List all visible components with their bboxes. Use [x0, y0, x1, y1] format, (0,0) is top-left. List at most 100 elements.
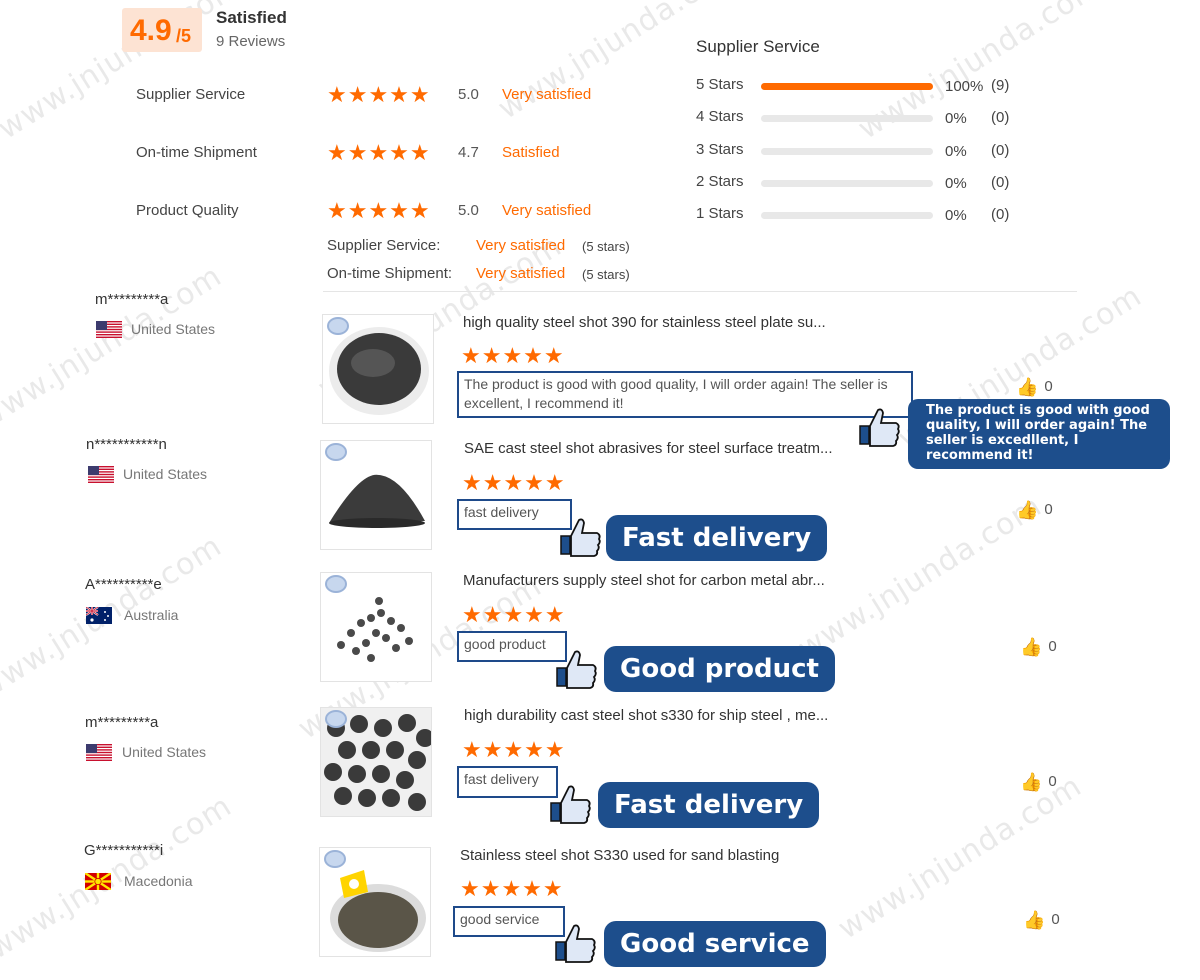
product-title[interactable]: Manufacturers supply steel shot for carb…	[463, 572, 825, 589]
reviewer-name: m*********a	[95, 291, 169, 308]
category-label: On-time Shipment	[136, 144, 257, 161]
like-button[interactable]: 👍 0	[1016, 377, 1053, 398]
distribution-bar	[761, 148, 933, 155]
distribution-bar	[761, 115, 933, 122]
sub-rating-note: (5 stars)	[582, 239, 630, 254]
thumbs-up-icon	[547, 781, 593, 827]
review-text: fast delivery	[457, 499, 572, 530]
review-stars: ★★★★★	[462, 470, 566, 495]
product-thumbnail[interactable]	[320, 440, 432, 550]
distribution-count: (0)	[991, 109, 1010, 126]
distribution-percent: 0%	[945, 175, 967, 192]
distribution-percent: 100%	[945, 78, 984, 95]
like-icon: 👍	[1023, 910, 1046, 930]
reviewer-country: Australia	[124, 607, 179, 623]
watermark: www.jnjunda.com	[0, 258, 229, 437]
sub-rating-note: (5 stars)	[582, 267, 630, 282]
reviewer-country: Macedonia	[124, 873, 193, 889]
category-value: 5.0	[458, 86, 479, 103]
distribution-percent: 0%	[945, 110, 967, 127]
au-flag-icon	[86, 607, 112, 624]
category-satisfaction: Satisfied	[502, 144, 560, 161]
review-callout: Good product	[604, 646, 835, 692]
like-button[interactable]: 👍 0	[1020, 772, 1057, 793]
reviewer-country: United States	[123, 466, 208, 482]
reviewer-name: m*********a	[85, 714, 159, 731]
review-stars: ★★★★★	[461, 343, 565, 368]
reviewer-name: A**********e	[85, 576, 162, 593]
like-count: 0	[1048, 638, 1057, 655]
distribution-bar	[761, 180, 933, 187]
category-stars: ★★★★★	[327, 198, 431, 223]
like-count: 0	[1048, 773, 1057, 790]
divider	[323, 291, 1077, 292]
review-callout: Good service	[604, 921, 826, 967]
distribution-count: (0)	[991, 142, 1010, 159]
verified-badge-icon	[327, 317, 349, 335]
overall-satisfaction: Satisfied	[216, 8, 287, 27]
us-flag-icon	[96, 321, 122, 338]
review-text: fast delivery	[457, 766, 558, 798]
product-title[interactable]: high durability cast steel shot s330 for…	[464, 707, 828, 724]
product-title[interactable]: high quality steel shot 390 for stainles…	[463, 314, 826, 331]
category-value: 5.0	[458, 202, 479, 219]
review-text: good product	[457, 631, 567, 662]
thumbs-up-icon	[552, 920, 598, 966]
us-flag-icon	[88, 466, 114, 483]
watermark: www.jnjunda.com	[0, 528, 229, 707]
overall-score-max: /5	[176, 26, 192, 46]
distribution-count: (9)	[991, 77, 1010, 94]
thumbs-up-icon	[856, 404, 902, 450]
like-icon: 👍	[1016, 500, 1039, 520]
category-label: Supplier Service	[136, 86, 246, 103]
review-text: The product is good with good quality, I…	[457, 371, 913, 418]
overall-score-badge: 4.9 /5	[122, 8, 202, 52]
review-text: good service	[453, 906, 565, 937]
product-thumbnail[interactable]	[320, 572, 432, 682]
mk-flag-icon	[85, 873, 111, 890]
review-stars: ★★★★★	[460, 876, 564, 901]
distribution-count: (0)	[991, 174, 1010, 191]
verified-badge-icon	[325, 575, 347, 593]
distribution-percent: 0%	[945, 207, 967, 224]
like-icon: 👍	[1020, 637, 1043, 657]
like-button[interactable]: 👍 0	[1020, 637, 1057, 658]
like-icon: 👍	[1016, 377, 1039, 397]
distribution-label: 4 Stars	[696, 108, 744, 125]
sub-rating-satisfaction: Very satisfied	[476, 237, 566, 254]
reviewer-country: United States	[131, 321, 216, 337]
review-callout: The product is good with good quality, I…	[908, 399, 1170, 469]
review-stars: ★★★★★	[462, 737, 566, 762]
category-satisfaction: Very satisfied	[502, 86, 592, 103]
product-title[interactable]: Stainless steel shot S330 used for sand …	[460, 847, 779, 864]
like-button[interactable]: 👍 0	[1023, 910, 1060, 931]
product-thumbnail[interactable]	[319, 847, 431, 957]
category-satisfaction: Very satisfied	[502, 202, 592, 219]
product-thumbnail[interactable]	[322, 314, 434, 424]
like-count: 0	[1044, 378, 1053, 395]
verified-badge-icon	[324, 850, 346, 868]
reviewer-name: G***********i	[84, 842, 164, 859]
distribution-label: 3 Stars	[696, 141, 744, 158]
us-flag-icon	[86, 744, 112, 761]
category-stars: ★★★★★	[327, 82, 431, 107]
sub-rating-satisfaction: Very satisfied	[476, 265, 566, 282]
overall-score: 4.9	[130, 14, 172, 47]
watermark: www.jnjunda.com	[792, 488, 1049, 667]
review-count: 9 Reviews	[216, 33, 286, 50]
product-title[interactable]: SAE cast steel shot abrasives for steel …	[464, 440, 833, 457]
category-stars: ★★★★★	[327, 140, 431, 165]
review-stars: ★★★★★	[462, 602, 566, 627]
reviewer-country: United States	[122, 744, 207, 760]
like-button[interactable]: 👍 0	[1016, 500, 1053, 521]
watermark: www.jnjunda.com	[852, 0, 1109, 147]
product-thumbnail[interactable]	[320, 707, 432, 817]
like-count: 0	[1044, 501, 1053, 518]
like-count: 0	[1051, 911, 1060, 928]
review-callout: Fast delivery	[598, 782, 820, 828]
category-value: 4.7	[458, 144, 479, 161]
distribution-label: 5 Stars	[696, 76, 744, 93]
distribution-title: Supplier Service	[696, 37, 820, 56]
category-label: Product Quality	[136, 202, 239, 219]
sub-rating-label: Supplier Service:	[327, 237, 441, 254]
